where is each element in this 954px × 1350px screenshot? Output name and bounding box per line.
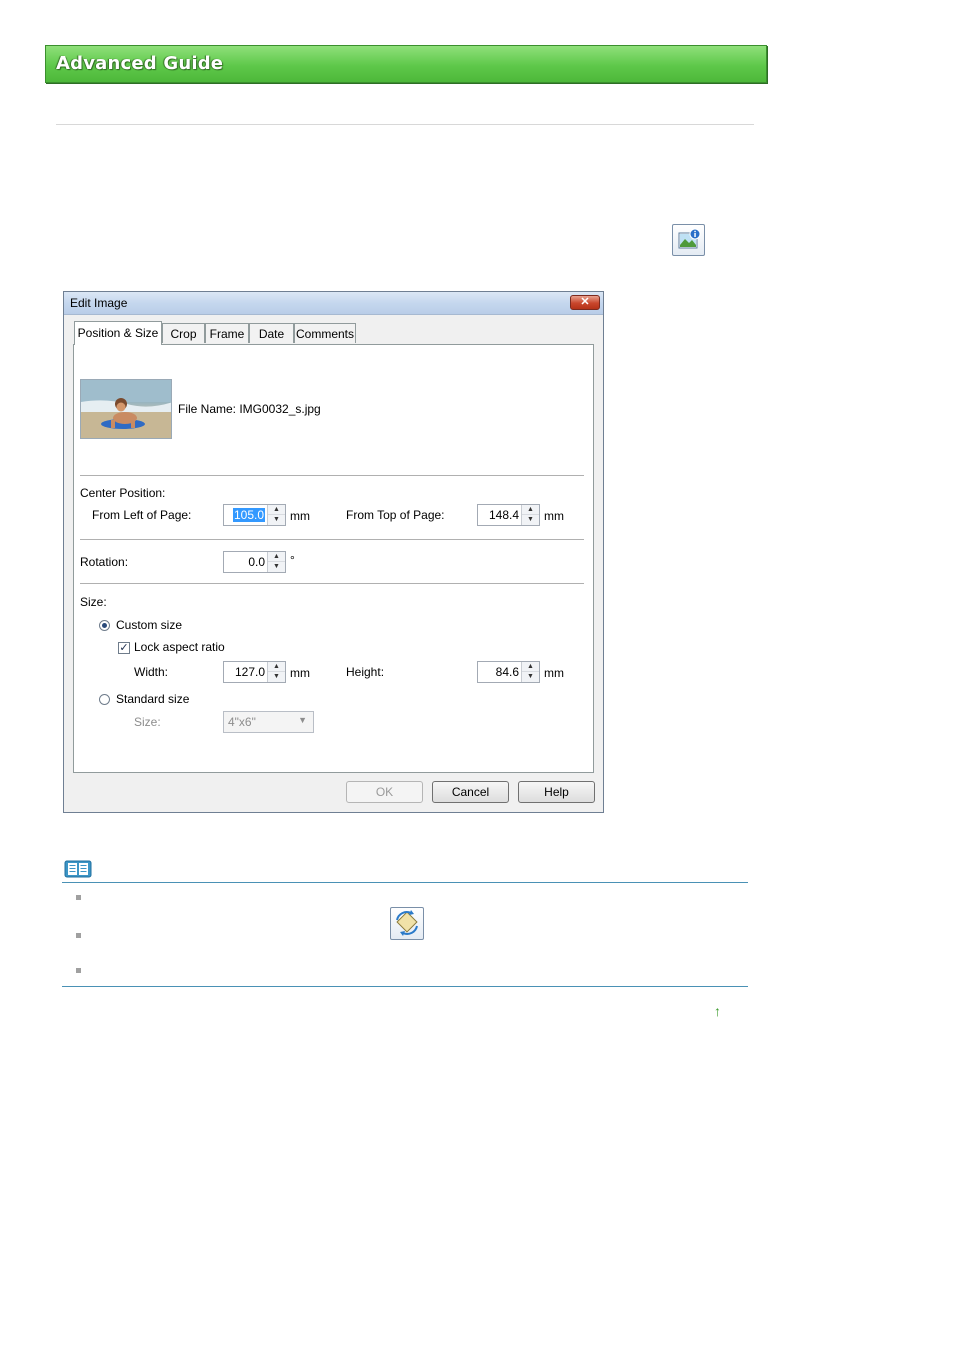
width-label: Width: (134, 665, 169, 679)
tab-comments[interactable]: Comments (294, 323, 356, 343)
tab-position-size[interactable]: Position & Size (74, 321, 162, 345)
width-unit: mm (290, 666, 310, 680)
standard-size-radio[interactable] (99, 694, 110, 705)
from-top-spinner[interactable]: 148.4 ▲ ▼ (477, 504, 540, 526)
rotation-spinner[interactable]: 0.0 ▲ ▼ (223, 551, 286, 573)
note-book-icon (64, 859, 92, 879)
from-left-unit: mm (290, 509, 310, 523)
close-button[interactable]: ✕ (570, 295, 600, 310)
close-icon: ✕ (580, 296, 590, 308)
center-position-heading: Center Position: (80, 486, 166, 500)
note-bottom-rule (62, 986, 748, 987)
tab-crop[interactable]: Crop (162, 323, 205, 343)
width-spinner[interactable]: 127.0 ▲ ▼ (223, 661, 286, 683)
height-value: 84.6 (495, 665, 519, 679)
image-info-icon (672, 224, 705, 256)
separator (80, 583, 584, 585)
tab-frame[interactable]: Frame (205, 323, 249, 343)
note-bullet (76, 895, 81, 900)
from-left-value: 105.0 (232, 508, 265, 522)
separator (80, 475, 584, 477)
from-top-unit: mm (544, 509, 564, 523)
spin-down-button[interactable]: ▼ (522, 515, 539, 525)
spin-down-button[interactable]: ▼ (268, 515, 285, 525)
guide-banner: Advanced Guide (45, 45, 767, 83)
from-left-label: From Left of Page: (92, 508, 192, 522)
edit-image-dialog: Edit Image ✕ Position & Size Crop Frame … (63, 291, 604, 813)
spin-down-button[interactable]: ▼ (268, 562, 285, 572)
tab-label: Frame (209, 327, 245, 341)
file-name-label: File Name: IMG0032_s.jpg (178, 402, 321, 416)
note-bullet (76, 933, 81, 938)
spinner-arrows: ▲ ▼ (267, 552, 285, 572)
rotation-label: Rotation: (80, 555, 129, 569)
height-label: Height: (346, 665, 385, 679)
tab-label: Crop (170, 327, 197, 341)
custom-size-label[interactable]: Custom size (116, 618, 182, 632)
image-thumbnail (80, 379, 172, 439)
ok-button[interactable]: OK (346, 781, 423, 803)
spinner-arrows: ▲ ▼ (267, 505, 285, 525)
rotation-unit: ° (290, 553, 295, 567)
spinner-arrows: ▲ ▼ (521, 505, 539, 525)
dialog-titlebar: Edit Image ✕ (64, 292, 603, 315)
back-to-top-icon[interactable]: ↑ (714, 1003, 721, 1019)
spin-up-button[interactable]: ▲ (522, 505, 539, 515)
rotation-value: 0.0 (248, 555, 265, 569)
lock-aspect-checkbox[interactable]: ✓ (118, 642, 130, 654)
size-heading: Size: (80, 595, 107, 609)
tab-label: Date (258, 327, 285, 341)
from-left-spinner[interactable]: 105.0 ▲ ▼ (223, 504, 286, 526)
tab-date[interactable]: Date (249, 323, 294, 343)
spin-up-button[interactable]: ▲ (268, 552, 285, 562)
tab-label: Comments (295, 327, 354, 341)
standard-size-select[interactable]: 4"x6" ▼ (223, 711, 314, 733)
height-spinner[interactable]: 84.6 ▲ ▼ (477, 661, 540, 683)
spin-up-button[interactable]: ▲ (268, 505, 285, 515)
rotate-image-icon (390, 907, 424, 940)
width-value: 127.0 (234, 665, 265, 679)
spin-up-button[interactable]: ▲ (268, 662, 285, 672)
help-button[interactable]: Help (518, 781, 595, 803)
note-top-rule (62, 882, 748, 883)
lock-aspect-label[interactable]: Lock aspect ratio (134, 640, 225, 654)
spin-up-button[interactable]: ▲ (522, 662, 539, 672)
tab-label: Position & Size (77, 326, 159, 340)
dialog-title: Edit Image (70, 296, 128, 310)
spin-down-button[interactable]: ▼ (268, 672, 285, 682)
banner-title: Advanced Guide (56, 53, 224, 74)
height-unit: mm (544, 666, 564, 680)
standard-size-label[interactable]: Standard size (116, 692, 189, 706)
spinner-arrows: ▲ ▼ (267, 662, 285, 682)
top-divider (56, 124, 754, 125)
spin-down-button[interactable]: ▼ (522, 672, 539, 682)
separator (80, 539, 584, 541)
custom-size-radio[interactable] (99, 620, 110, 631)
spinner-arrows: ▲ ▼ (521, 662, 539, 682)
note-bullet (76, 968, 81, 973)
from-top-value: 148.4 (488, 508, 519, 522)
standard-size-value: 4"x6" (228, 715, 256, 729)
cancel-button[interactable]: Cancel (432, 781, 509, 803)
standard-size-combo-label: Size: (134, 715, 161, 729)
from-top-label: From Top of Page: (346, 508, 445, 522)
chevron-down-icon: ▼ (298, 715, 307, 725)
